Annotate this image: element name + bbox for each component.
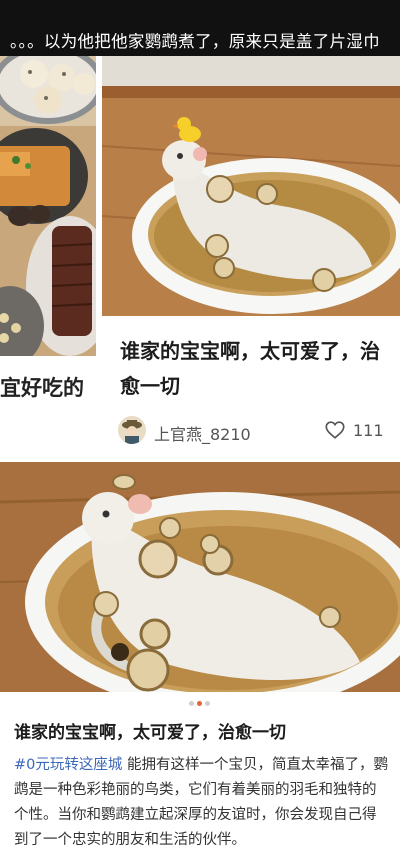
parrot-photo-small [102,56,400,316]
heart-outline-icon[interactable] [324,419,346,441]
carousel-dot-active [197,701,202,706]
right-card[interactable]: 谁家的宝宝啊，太可爱了，治愈一切 上官燕_8210 111 [102,56,400,460]
food-photo [0,56,96,356]
author-row: 上官燕_8210 111 [116,416,388,446]
carousel-dot [189,701,194,706]
left-card-title[interactable]: 宜好吃的 [0,372,96,402]
carousel-dot [205,701,210,706]
author-avatar[interactable] [118,416,146,444]
carousel-indicator [0,700,400,708]
like-count: 111 [353,421,384,440]
topic-link[interactable]: #0元玩转这座城 [14,757,122,773]
top-banner: 。。。以为他把他家鹦鹉煮了，原来只是盖了片湿巾 [0,0,400,56]
post-body: #0元玩转这座城 能拥有这样一个宝贝，简直太幸福了，鹦鹉是一种色彩艳丽的鸟类，它… [14,753,388,853]
left-card-photo[interactable] [0,56,96,356]
banner-text: 。。。以为他把他家鹦鹉煮了，原来只是盖了片湿巾 [10,32,380,51]
right-card-title: 谁家的宝宝啊，太可爱了，治愈一切 [120,339,380,398]
post-title: 谁家的宝宝啊，太可爱了，治愈一切 [14,723,286,743]
author-name[interactable]: 上官燕_8210 [154,421,251,445]
parrot-photo-large[interactable] [0,462,400,692]
